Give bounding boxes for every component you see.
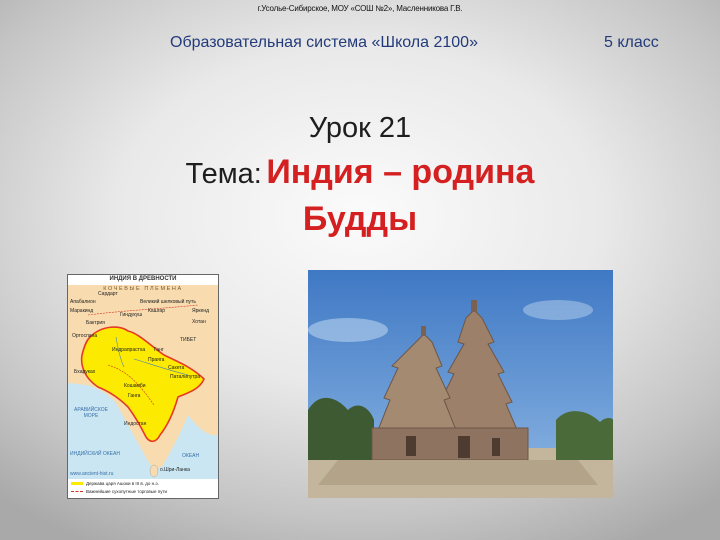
lesson-title: Урок 21 xyxy=(308,112,412,144)
map-place: Праяга xyxy=(148,357,165,363)
map-place: Бхаруках xyxy=(74,369,96,375)
temple-illustration xyxy=(308,270,613,498)
temple-photo xyxy=(308,270,613,498)
topic-line2: Будды xyxy=(302,200,418,238)
temple-finial-small xyxy=(421,326,426,336)
map-place: Ортоспана xyxy=(72,333,98,339)
temple-finial xyxy=(471,300,477,312)
ancient-india-map: ИНДИЯ В ДРЕВНОСТИ КОЧЕВЫЕ ПЛЕМЕНА Сардар… xyxy=(67,274,219,499)
temple-courtyard xyxy=(318,460,598,485)
map-legend-routes: Важнейшие сухопутные торговые пути xyxy=(71,489,167,494)
map-place: Ганга xyxy=(128,393,141,399)
map-place: Бактрия xyxy=(86,320,105,326)
program-title: Образовательная система «Школа 2100» xyxy=(170,34,478,51)
map-place: Гиндукуш xyxy=(120,312,143,318)
map-place: Кошамби xyxy=(124,383,146,389)
photo-cloud xyxy=(523,300,593,320)
legend-empire-label: Держава царя Ашоки в III в. до н.э. xyxy=(86,481,159,486)
map-place: Яркенд xyxy=(192,308,210,314)
topic-main: Индия – родина xyxy=(266,153,535,191)
temple-door xyxy=(406,436,416,456)
temple-door xyxy=(492,438,500,456)
map-sri-lanka xyxy=(149,464,159,478)
map-place: ТИБЕТ xyxy=(180,337,197,343)
map-sea-ocean-word: ОКЕАН xyxy=(182,453,200,459)
map-site: www.ancient-hist.ru xyxy=(70,471,114,477)
map-place: Сакета xyxy=(168,365,185,371)
map-place: Ганг xyxy=(154,347,164,353)
legend-routes-label: Важнейшие сухопутные торговые пути xyxy=(86,489,168,494)
photo-cloud xyxy=(308,318,388,342)
map-sea-indian-ocean: ИНДИЙСКИЙ ОКЕАН xyxy=(70,451,120,457)
topic-title: Тема: Индия – родина Будды xyxy=(0,152,720,246)
map-place: Апабалион xyxy=(70,299,96,305)
author-line: г.Усолье-Сибирское, МОУ «СОШ №2», Маслен… xyxy=(257,4,463,13)
map-place: Маракинд xyxy=(70,308,94,314)
temple-door xyxy=(458,436,470,458)
map-place: Кашгар xyxy=(148,308,165,314)
map-legend-empire: Держава царя Ашоки в III в. до н.э. xyxy=(71,481,159,486)
map-place: Хотан xyxy=(192,319,206,325)
map-title: ИНДИЯ В ДРЕВНОСТИ xyxy=(109,276,177,282)
map-place: Индостан xyxy=(124,421,147,427)
grade-label: 5 класс xyxy=(604,34,659,51)
map-sea-arabian: АРАВИЙСКОЕ МОРЕ xyxy=(74,407,108,419)
map-place: Великий шелковый путь xyxy=(140,299,196,305)
map-place: о.Шри-Ланка xyxy=(160,467,190,473)
map-place: Паталипутра xyxy=(170,374,201,380)
map-place: Индрапрастха xyxy=(112,347,146,353)
map-place: Сардарт xyxy=(98,291,118,297)
topic-prefix: Тема: xyxy=(185,158,262,190)
temple-base xyxy=(371,427,529,461)
map-top-band: КОЧЕВЫЕ ПЛЕМЕНА xyxy=(103,286,183,292)
